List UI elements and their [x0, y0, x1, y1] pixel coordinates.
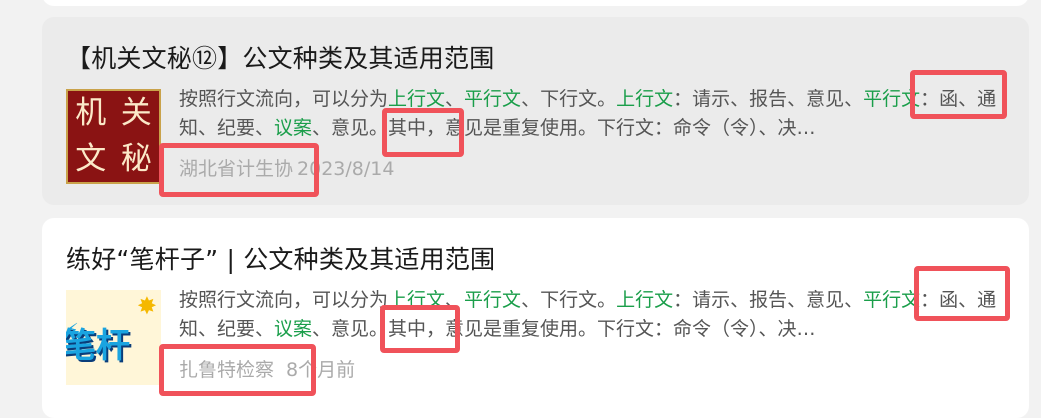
snippet-text: 、下行文。	[521, 289, 617, 311]
snippet-text: ：请示、报告、意见、	[673, 88, 864, 110]
previous-result-card[interactable]	[42, 0, 1029, 6]
result-meta: 扎鲁特检察 8个月前	[179, 355, 355, 382]
snippet-text: 按照行文流向，可以分为	[179, 88, 389, 110]
result-date: 8个月前	[286, 359, 356, 381]
result-date: 2023/8/14	[297, 158, 395, 180]
search-result-card[interactable]: 【机关文秘⑫】公文种类及其适用范围 机 关 文 秘 按照行文流向，可以分为上行文…	[42, 17, 1029, 205]
snippet-highlight: 议案	[274, 117, 313, 139]
search-result-card[interactable]: 练好“笔杆子” | 公文种类及其适用范围 ✸ ⚡ 笔杆 按照行文流向，可以分为上…	[42, 218, 1029, 418]
snippet-text: 按照行文流向，可以分为	[179, 289, 389, 311]
result-thumbnail[interactable]: ✸ ⚡ 笔杆	[66, 290, 161, 385]
thumbnail-char: 机	[75, 95, 107, 131]
thumbnail-text: 笔杆	[66, 326, 130, 366]
snippet-text: 、	[445, 88, 465, 110]
snippet-text: 、意见。其中，意见是重复使用。下行文：命令（令）、决…	[312, 318, 816, 340]
result-snippet: 按照行文流向，可以分为上行文、平行文、下行文。上行文：请示、报告、意见、平行文：…	[179, 286, 1005, 344]
thumbnail-char: 秘	[120, 140, 152, 177]
thumbnail-char: 文	[75, 140, 107, 177]
snippet-text: 、下行文。	[521, 88, 617, 110]
snippet-highlight: 平行文	[464, 289, 522, 311]
snippet-highlight: 议案	[274, 318, 313, 340]
result-snippet: 按照行文流向，可以分为上行文、平行文、下行文。上行文：请示、报告、意见、平行文：…	[179, 85, 1005, 143]
snippet-text: ：请示、报告、意见、	[673, 289, 864, 311]
result-title[interactable]: 练好“笔杆子” | 公文种类及其适用范围	[66, 240, 495, 276]
snippet-highlight: 平行文	[863, 88, 921, 110]
snippet-text: 、意见。其中，意见是重复使用。下行文：命令（令）、决…	[312, 117, 816, 139]
snippet-highlight: 上行文	[616, 88, 674, 110]
snippet-highlight: 上行文	[388, 88, 446, 110]
star-icon: ✸	[136, 292, 157, 320]
snippet-highlight: 上行文	[616, 289, 674, 311]
thumbnail-char: 关	[120, 95, 152, 131]
result-title[interactable]: 【机关文秘⑫】公文种类及其适用范围	[66, 39, 494, 75]
result-meta: 湖北省计生协 2023/8/14	[179, 154, 394, 181]
result-thumbnail[interactable]: 机 关 文 秘	[66, 89, 161, 184]
snippet-highlight: 上行文	[388, 289, 446, 311]
result-source[interactable]: 扎鲁特检察	[179, 359, 274, 381]
snippet-highlight: 平行文	[464, 88, 522, 110]
result-source[interactable]: 湖北省计生协	[179, 158, 293, 180]
snippet-highlight: 平行文	[863, 289, 921, 311]
snippet-text: 、	[445, 289, 465, 311]
